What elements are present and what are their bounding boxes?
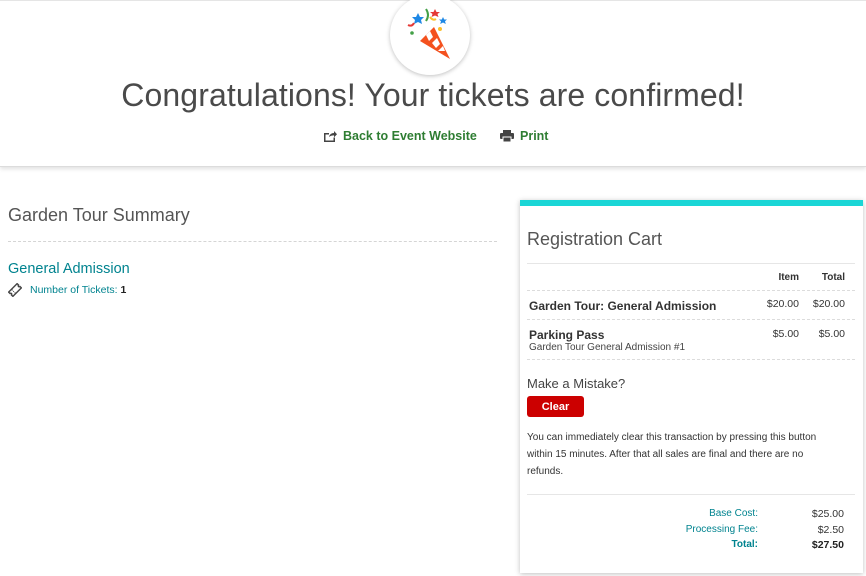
mistake-heading: Make a Mistake? — [527, 376, 626, 391]
page-title: Congratulations! Your tickets are confir… — [121, 77, 745, 113]
cart-title: Registration Cart — [527, 229, 663, 249]
party-popper-icon — [390, 0, 470, 75]
print-link-label: Print — [520, 129, 549, 143]
cart-row-subtitle: Garden Tour General Admission #1 — [529, 342, 686, 353]
cart-row-total-price: $5.00 — [818, 328, 845, 340]
ticket-icon — [8, 283, 22, 297]
base-cost-label: Base Cost: — [709, 508, 758, 519]
totals-divider — [527, 494, 855, 495]
summary-divider — [8, 241, 497, 242]
tickets-label: Number of Tickets: 1 — [30, 284, 127, 296]
confirmation-header: Congratulations! Your tickets are confir… — [0, 0, 866, 167]
processing-fee-label: Processing Fee: — [685, 524, 758, 535]
cart-row-total-price: $20.00 — [812, 298, 845, 310]
tickets-count: 1 — [120, 284, 127, 296]
admission-title: General Admission — [8, 261, 130, 277]
cart-row-name: Parking Pass — [529, 328, 605, 342]
back-to-event-link[interactable]: Back to Event Website — [323, 129, 477, 143]
col-item-header: Item — [778, 272, 799, 283]
share-out-icon — [324, 131, 337, 142]
summary-title: Garden Tour Summary — [8, 205, 190, 225]
base-cost-row: Base Cost: $25.00 — [520, 508, 863, 522]
print-link[interactable]: Print — [500, 129, 548, 143]
base-cost-value: $25.00 — [811, 508, 844, 520]
cart-row-item-price: $20.00 — [766, 298, 799, 310]
total-row: Total: $27.50 — [520, 539, 863, 553]
back-link-label: Back to Event Website — [343, 129, 477, 143]
registration-cart: Registration Cart Item Total Garden Tour… — [520, 200, 863, 573]
cart-table: Item Total Garden Tour: General Admissio… — [527, 263, 855, 360]
total-label: Total: — [731, 539, 758, 550]
cart-row: Parking Pass Garden Tour General Admissi… — [527, 319, 855, 360]
total-value: $27.50 — [811, 539, 844, 551]
clear-note: You can immediately clear this transacti… — [527, 432, 817, 477]
header-links: Back to Event Website Print — [0, 129, 866, 149]
cart-row-item-price: $5.00 — [772, 328, 799, 340]
cart-row: Garden Tour: General Admission $20.00 $2… — [527, 290, 855, 319]
processing-fee-value: $2.50 — [817, 524, 844, 536]
tickets-row: Number of Tickets: 1 — [8, 283, 126, 297]
printer-icon — [500, 130, 514, 142]
clear-button[interactable]: Clear — [527, 396, 584, 417]
col-total-header: Total — [821, 272, 845, 283]
processing-fee-row: Processing Fee: $2.50 — [520, 524, 863, 538]
cart-row-name: Garden Tour: General Admission — [529, 299, 717, 313]
cart-table-header: Item Total — [527, 263, 855, 290]
